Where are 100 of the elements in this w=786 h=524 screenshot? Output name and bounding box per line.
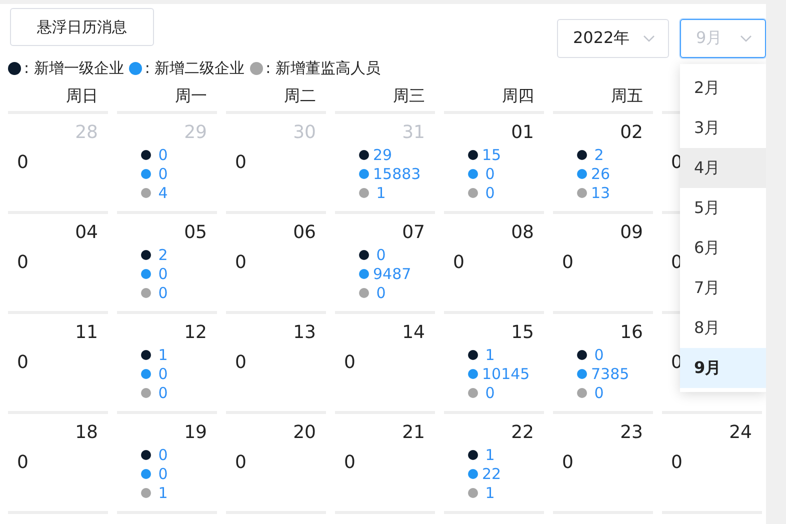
date-number: 21 bbox=[402, 422, 425, 443]
stat-dot bbox=[141, 150, 151, 160]
stat-dot bbox=[141, 188, 151, 198]
day-cell[interactable]: 13 0 bbox=[226, 314, 326, 414]
day-cell[interactable]: 08 0 bbox=[444, 214, 544, 314]
date-number: 29 bbox=[184, 122, 207, 143]
stat-value: 2 bbox=[593, 146, 605, 164]
stat-value: 4 bbox=[157, 184, 169, 202]
day-count: 0 bbox=[344, 452, 356, 473]
stat-dot bbox=[577, 350, 587, 360]
stat-dot bbox=[141, 168, 151, 178]
date-number: 14 bbox=[402, 322, 425, 343]
stat-dot bbox=[468, 450, 478, 460]
stat-value: 0 bbox=[157, 364, 169, 382]
day-count: 0 bbox=[17, 452, 28, 473]
day-cell[interactable]: 09 0 bbox=[553, 214, 653, 314]
stat-value: 10145 bbox=[482, 364, 530, 382]
stat-dot bbox=[359, 250, 369, 260]
date-number: 06 bbox=[293, 222, 316, 243]
month-option[interactable]: 5月 bbox=[680, 188, 766, 228]
stat-dot bbox=[141, 450, 151, 460]
stat-value: 0 bbox=[375, 284, 387, 302]
stat-dot bbox=[468, 468, 478, 478]
day-cell[interactable]: 23 0 bbox=[553, 414, 653, 514]
day-cell[interactable]: 04 0 bbox=[8, 214, 108, 314]
weekday-header: 周一 bbox=[117, 81, 217, 114]
day-cell[interactable]: 30 0 bbox=[226, 114, 326, 214]
date-number: 12 bbox=[184, 322, 207, 343]
stat-value: 15883 bbox=[373, 164, 421, 182]
stat-dot bbox=[359, 168, 369, 178]
day-cell[interactable]: 14 0 bbox=[335, 314, 435, 414]
year-select[interactable]: 2022年 bbox=[557, 19, 669, 58]
stat-value: 22 bbox=[482, 464, 502, 482]
stat-dot bbox=[468, 168, 478, 178]
day-cell[interactable]: 24 0 bbox=[662, 414, 762, 514]
stat-dot bbox=[468, 368, 478, 378]
stat-value: 1 bbox=[157, 346, 169, 364]
date-number: 04 bbox=[75, 222, 98, 243]
stat-value: 0 bbox=[375, 246, 387, 264]
stat-dot bbox=[577, 150, 587, 160]
stat-value: 0 bbox=[593, 384, 605, 402]
stat-dot bbox=[468, 188, 478, 198]
stat-value: 29 bbox=[373, 146, 392, 164]
day-cell[interactable]: 28 0 bbox=[8, 114, 108, 214]
date-number: 24 bbox=[729, 422, 752, 443]
day-cell[interactable]: 16 0 7385 0 bbox=[553, 314, 653, 414]
day-count: 0 bbox=[17, 152, 28, 173]
day-cell[interactable]: 21 0 bbox=[335, 414, 435, 514]
stat-dot bbox=[577, 388, 587, 398]
hover-message-button[interactable]: 悬浮日历消息 bbox=[10, 8, 154, 46]
stat-value: 0 bbox=[484, 164, 496, 182]
month-option[interactable]: 6月 bbox=[680, 228, 766, 268]
month-option[interactable]: 8月 bbox=[680, 308, 766, 348]
stat-dot bbox=[468, 488, 478, 498]
date-number: 31 bbox=[402, 122, 425, 143]
stat-dot bbox=[359, 268, 369, 278]
day-count: 0 bbox=[17, 352, 28, 373]
stat-dot bbox=[141, 368, 151, 378]
chevron-down-icon bbox=[643, 34, 655, 42]
stat-value: 1 bbox=[484, 346, 496, 364]
day-count: 0 bbox=[562, 452, 574, 473]
day-cell[interactable]: 11 0 bbox=[8, 314, 108, 414]
day-cell[interactable]: 22 1 22 1 bbox=[444, 414, 544, 514]
day-cell[interactable]: 01 15 0 0 bbox=[444, 114, 544, 214]
stat-value: 0 bbox=[157, 264, 169, 282]
day-cell[interactable]: 07 0 9487 0 bbox=[335, 214, 435, 314]
stat-value: 1 bbox=[484, 484, 496, 502]
date-number: 18 bbox=[75, 422, 98, 443]
month-option[interactable]: 7月 bbox=[680, 268, 766, 308]
month-option[interactable]: 2月 bbox=[680, 68, 766, 108]
day-cell[interactable]: 18 0 bbox=[8, 414, 108, 514]
date-number: 20 bbox=[293, 422, 316, 443]
date-number: 07 bbox=[402, 222, 425, 243]
day-cell[interactable]: 06 0 bbox=[226, 214, 326, 314]
stat-value: 26 bbox=[591, 164, 610, 182]
stat-dot bbox=[141, 488, 151, 498]
weekday-header: 周四 bbox=[444, 81, 544, 114]
day-count: 0 bbox=[235, 452, 246, 473]
stat-dot bbox=[141, 350, 151, 360]
stat-value: 0 bbox=[484, 384, 496, 402]
stat-value: 9487 bbox=[373, 264, 412, 282]
day-cell[interactable]: 12 1 0 0 bbox=[117, 314, 217, 414]
day-cell[interactable]: 20 0 bbox=[226, 414, 326, 514]
stat-value: 0 bbox=[157, 384, 169, 402]
day-count: 0 bbox=[453, 252, 464, 273]
month-option[interactable]: 4月 bbox=[680, 148, 766, 188]
weekday-header: 周二 bbox=[226, 81, 326, 114]
date-number: 08 bbox=[511, 222, 534, 243]
day-cell[interactable]: 02 2 26 13 bbox=[553, 114, 653, 214]
day-count: 0 bbox=[235, 352, 246, 373]
stat-dot bbox=[577, 168, 587, 178]
stat-value: 13 bbox=[591, 184, 610, 202]
stat-value: 0 bbox=[157, 146, 169, 164]
day-cell[interactable]: 15 1 10145 0 bbox=[444, 314, 544, 414]
day-cell[interactable]: 05 2 0 0 bbox=[117, 214, 217, 314]
legend-label: : 新增董监高人员 bbox=[266, 58, 380, 78]
stat-dot bbox=[468, 150, 478, 160]
month-option[interactable]: 9月 bbox=[680, 348, 766, 388]
month-option[interactable]: 3月 bbox=[680, 108, 766, 148]
day-cell[interactable]: 19 0 0 1 bbox=[117, 414, 217, 514]
